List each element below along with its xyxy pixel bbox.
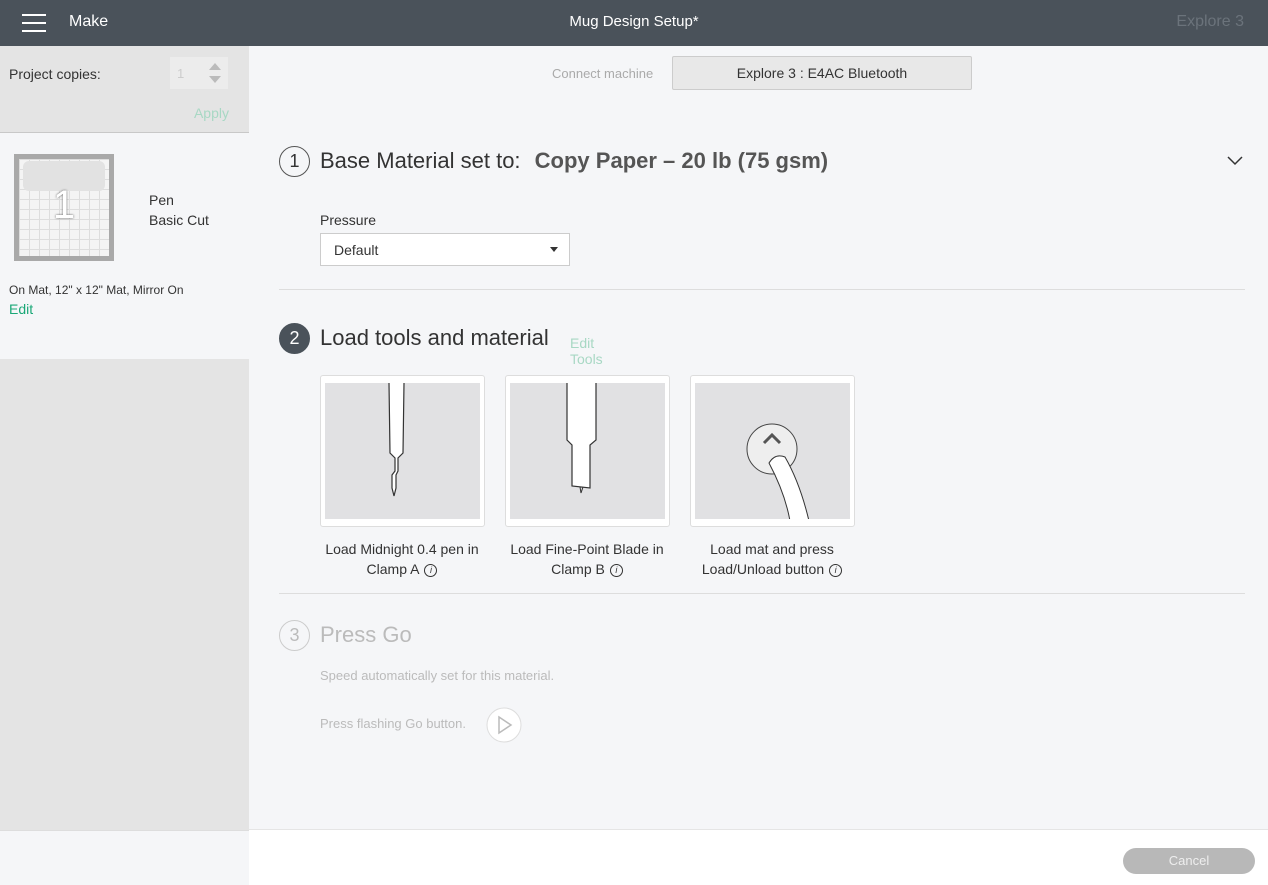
increment-icon[interactable] <box>209 63 221 70</box>
step-title: Base Material set to: <box>320 148 521 173</box>
copies-stepper[interactable]: 1 <box>170 57 228 89</box>
mat-tool-cut: Basic Cut <box>149 212 209 228</box>
edit-tools-link[interactable]: Edit Tools <box>570 335 603 367</box>
pressure-value: Default <box>334 242 379 258</box>
cancel-button[interactable]: Cancel <box>1123 848 1255 874</box>
project-copies-label: Project copies: <box>9 66 101 82</box>
blade-illustration <box>566 383 597 494</box>
footer: Cancel <box>249 829 1268 885</box>
load-mat-card <box>690 375 855 527</box>
speed-note: Speed automatically set for this materia… <box>320 668 555 683</box>
divider <box>279 289 1245 290</box>
edit-mat-link[interactable]: Edit <box>9 301 33 317</box>
project-copies-panel: Project copies: 1 Apply <box>0 46 249 133</box>
mat-panel: 1 Pen Basic Cut On Mat, 12" x 12" Mat, Mi… <box>0 133 249 359</box>
pressure-select[interactable]: Default <box>320 233 570 266</box>
apply-button[interactable]: Apply <box>194 105 229 121</box>
pen-caption: Load Midnight 0.4 pen in Clamp Ai <box>325 541 479 577</box>
top-bar: Make Mug Design Setup* Explore 3 <box>0 0 1268 46</box>
info-icon[interactable]: i <box>424 563 438 577</box>
mat-tool-pen: Pen <box>149 192 174 208</box>
load-mat-caption: Load mat and press Load/Unload button i <box>672 539 872 579</box>
step-number: 2 <box>279 323 310 354</box>
connect-machine-button[interactable]: Explore 3 : E4AC Bluetooth <box>672 56 972 90</box>
blade-caption: Load Fine-Point Blade in Clamp Bi <box>510 541 664 577</box>
pen-illustration <box>388 383 405 497</box>
pressure-label: Pressure <box>320 212 377 228</box>
chevron-down-icon[interactable] <box>1227 156 1243 166</box>
step-number: 1 <box>279 146 310 177</box>
divider <box>279 593 1245 594</box>
pen-card <box>320 375 485 527</box>
info-icon[interactable]: i <box>609 563 623 577</box>
info-icon[interactable]: i <box>829 563 843 577</box>
material-name[interactable]: Copy Paper – 20 lb (75 gsm) <box>535 148 828 173</box>
sidebar: Project copies: 1 Apply 1 Pen Basic Cut O… <box>0 46 249 885</box>
mat-info: On Mat, 12" x 12" Mat, Mirror On <box>9 283 184 297</box>
step-title: Press Go <box>320 622 412 647</box>
decrement-icon[interactable] <box>209 76 221 83</box>
load-unload-button-illustration <box>746 423 810 519</box>
step-title: Load tools and material <box>320 325 549 350</box>
step-number: 3 <box>279 620 310 651</box>
go-button-icon[interactable] <box>485 706 523 744</box>
sidebar-footer <box>0 830 249 885</box>
machine-name: Explore 3 <box>1176 13 1244 30</box>
blade-card <box>505 375 670 527</box>
press-go-note: Press flashing Go button. <box>320 716 466 731</box>
project-title: Mug Design Setup* <box>569 13 699 30</box>
main-panel: Connect machine Explore 3 : E4AC Bluetoo… <box>249 46 1268 829</box>
mat-number: 1 <box>52 183 76 227</box>
connect-label: Connect machine <box>552 66 654 81</box>
copies-value: 1 <box>177 66 185 81</box>
mat-thumbnail[interactable]: 1 <box>14 154 114 261</box>
caret-down-icon <box>550 247 558 252</box>
